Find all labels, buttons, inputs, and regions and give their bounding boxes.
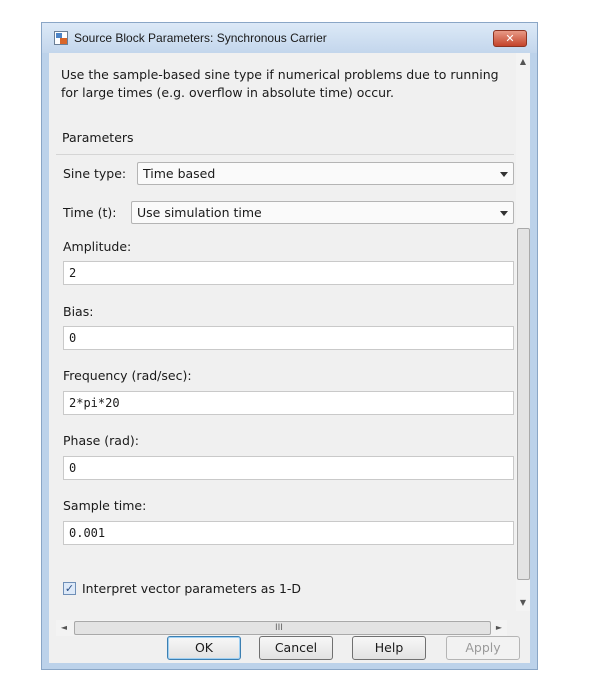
title-bar[interactable]: Source Block Parameters: Synchronous Car… <box>42 23 537 53</box>
phase-input[interactable]: 0 <box>63 456 514 480</box>
block-description: Use the sample-based sine type if numeri… <box>61 66 514 102</box>
scroll-down-icon[interactable]: ▼ <box>516 594 530 611</box>
chevron-down-icon <box>500 211 508 216</box>
close-button[interactable]: ✕ <box>493 30 527 47</box>
interpret-vector-label[interactable]: Interpret vector parameters as 1-D <box>82 581 301 596</box>
time-label: Time (t): <box>63 205 117 220</box>
scroll-right-icon[interactable]: ► <box>491 620 507 636</box>
apply-button[interactable]: Apply <box>446 636 520 660</box>
amplitude-input[interactable]: 2 <box>63 261 514 285</box>
vertical-scrollbar[interactable]: ▲ ▼ <box>516 53 530 611</box>
phase-label: Phase (rad): <box>63 433 139 448</box>
dialog-window: Source Block Parameters: Synchronous Car… <box>41 22 538 670</box>
scroll-grip-icon: III <box>275 623 283 633</box>
interpret-vector-checkbox[interactable]: ✓ <box>63 582 76 595</box>
dialog-body: Use the sample-based sine type if numeri… <box>49 53 530 663</box>
vertical-scroll-thumb[interactable] <box>517 228 530 580</box>
window-title: Source Block Parameters: Synchronous Car… <box>74 31 327 45</box>
sine-type-label: Sine type: <box>63 166 127 181</box>
bias-input[interactable]: 0 <box>63 326 514 350</box>
sine-type-select[interactable]: Time based <box>137 162 514 185</box>
description-line-2: for large times (e.g. overflow in absolu… <box>61 85 395 100</box>
time-value: Use simulation time <box>137 205 262 220</box>
horizontal-scroll-thumb[interactable]: III <box>74 621 491 635</box>
simulink-block-icon <box>54 31 68 45</box>
amplitude-label: Amplitude: <box>63 239 132 254</box>
frequency-input[interactable]: 2*pi*20 <box>63 391 514 415</box>
ok-button[interactable]: OK <box>167 636 241 660</box>
group-divider <box>56 154 514 155</box>
description-line-1: Use the sample-based sine type if numeri… <box>61 67 499 82</box>
sine-type-value: Time based <box>143 166 216 181</box>
chevron-down-icon <box>500 172 508 177</box>
sample-time-label: Sample time: <box>63 498 147 513</box>
frequency-label: Frequency (rad/sec): <box>63 368 192 383</box>
parameters-scroll-area: Use the sample-based sine type if numeri… <box>49 53 514 611</box>
sample-time-input[interactable]: 0.001 <box>63 521 514 545</box>
scroll-left-icon[interactable]: ◄ <box>56 620 72 636</box>
parameters-group-title: Parameters <box>62 130 134 145</box>
scroll-up-icon[interactable]: ▲ <box>516 53 530 70</box>
horizontal-scrollbar[interactable]: ◄ III ► <box>56 620 507 636</box>
cancel-button[interactable]: Cancel <box>259 636 333 660</box>
time-select[interactable]: Use simulation time <box>131 201 514 224</box>
help-button[interactable]: Help <box>352 636 426 660</box>
bias-label: Bias: <box>63 304 94 319</box>
